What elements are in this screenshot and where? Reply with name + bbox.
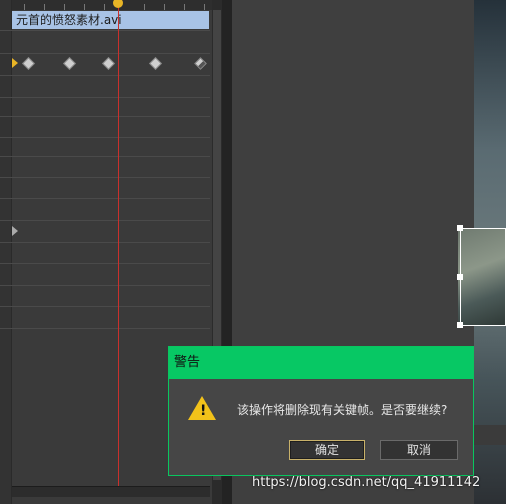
dialog-title: 警告: [174, 355, 201, 370]
warning-dialog: 警告 ! 该操作将删除现有关键帧。是否要继续? 确定 取消: [168, 346, 474, 476]
playhead-line[interactable]: [118, 0, 119, 486]
transform-handle[interactable]: [457, 274, 463, 280]
keyframe-selected-icon[interactable]: [12, 58, 18, 68]
dialog-message: 该操作将删除现有关键帧。是否要继续?: [237, 403, 448, 417]
time-ruler[interactable]: [0, 0, 212, 10]
keyframe-icon[interactable]: [22, 57, 35, 70]
cancel-button[interactable]: 取消: [380, 440, 458, 460]
horizontal-scrollbar[interactable]: [12, 486, 210, 497]
keyframe-icon[interactable]: [102, 57, 115, 70]
preview-ruler: [474, 425, 506, 445]
keyframe-outline-icon[interactable]: [12, 226, 18, 236]
warning-icon-mark: !: [200, 403, 207, 419]
ok-button[interactable]: 确定: [289, 440, 365, 460]
dialog-title-bar[interactable]: 警告: [169, 347, 473, 379]
clip-bar[interactable]: 元首的愤怒素材.avi: [12, 11, 209, 29]
clip-name: 元首的愤怒素材.avi: [16, 13, 122, 27]
transform-handle[interactable]: [457, 225, 463, 231]
keyframe-icon[interactable]: [194, 57, 207, 70]
transform-handle[interactable]: [457, 322, 463, 328]
transform-box[interactable]: [457, 225, 506, 328]
watermark-text: https://blog.csdn.net/qq_41911142: [252, 475, 481, 490]
keyframe-icon[interactable]: [63, 57, 76, 70]
keyframe-icon[interactable]: [149, 57, 162, 70]
